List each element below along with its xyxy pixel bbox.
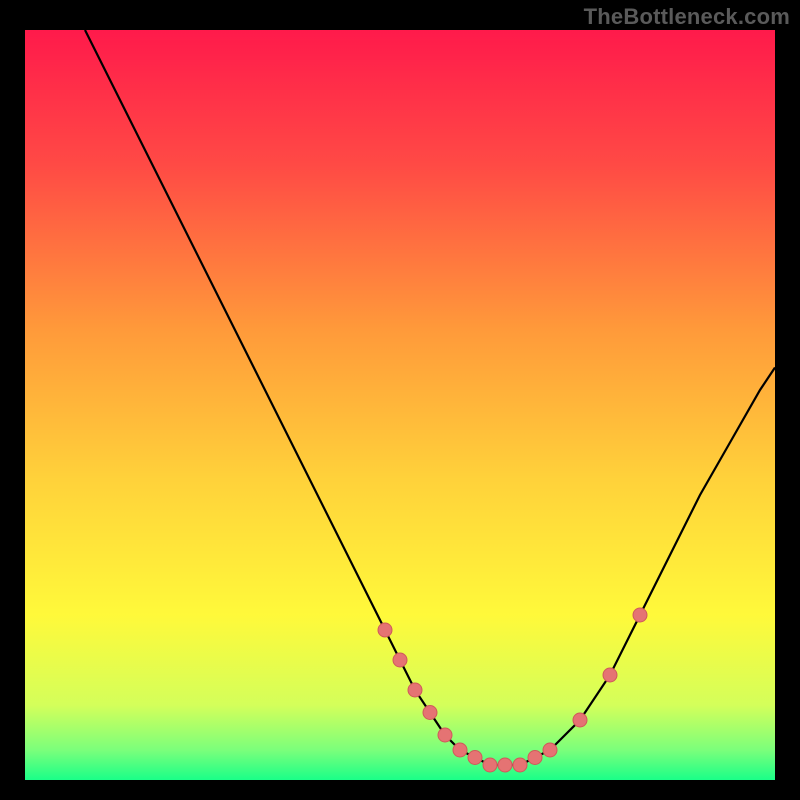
chart-frame: TheBottleneck.com	[0, 0, 800, 800]
watermark-text: TheBottleneck.com	[584, 4, 790, 30]
plot-area	[25, 30, 775, 780]
background-gradient	[25, 30, 775, 780]
